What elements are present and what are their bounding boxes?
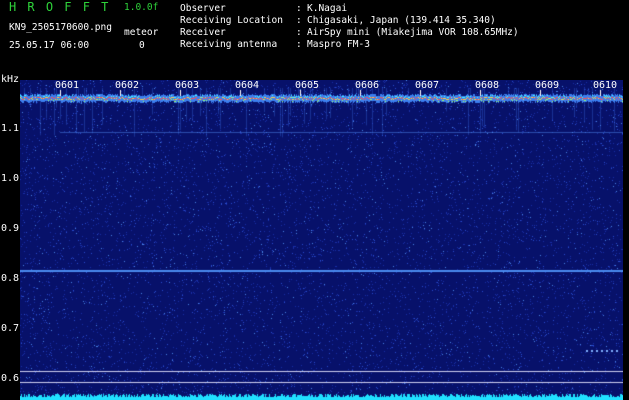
time-tick-label: 0603 bbox=[175, 80, 200, 91]
meteor-count-label: meteor bbox=[124, 27, 159, 38]
time-tick-label: 0607 bbox=[415, 80, 440, 91]
info-separator: : bbox=[296, 27, 302, 38]
y-tick-label: 1.1 bbox=[0, 123, 19, 134]
info-separator: : bbox=[296, 3, 302, 14]
info-separator: : bbox=[296, 39, 302, 50]
frequency-unit-label: kHz bbox=[1, 74, 20, 85]
header-panel: HROFFT 1.0.0f KN9_2505170600.png meteor … bbox=[0, 0, 629, 72]
info-value-observer: K.Nagai bbox=[307, 3, 348, 14]
y-tick-label: 0.6 bbox=[0, 373, 19, 384]
info-separator: : bbox=[296, 15, 302, 26]
info-value-antenna: Maspro FM-3 bbox=[307, 39, 370, 50]
y-tick-label: 0.7 bbox=[0, 323, 19, 334]
app-title: HROFFT bbox=[9, 0, 120, 14]
time-tick-label: 0610 bbox=[593, 80, 618, 91]
spectrogram-waterfall bbox=[20, 80, 623, 400]
y-tick-label: 0.9 bbox=[0, 223, 19, 234]
info-key-observer: Observer bbox=[180, 3, 226, 14]
version-label: 1.0.0f bbox=[124, 2, 159, 13]
time-tick-label: 0602 bbox=[115, 80, 140, 91]
y-tick-label: 1.0 bbox=[0, 173, 19, 184]
info-value-location: Chigasaki, Japan (139.414 35.340) bbox=[307, 15, 496, 26]
info-key-antenna: Receiving antenna bbox=[180, 39, 278, 50]
info-key-receiver: Receiver bbox=[180, 27, 226, 38]
time-tick-label: 0605 bbox=[295, 80, 320, 91]
waterfall-canvas bbox=[20, 80, 623, 400]
time-tick-label: 0606 bbox=[355, 80, 380, 91]
y-tick-label: 0.8 bbox=[0, 273, 19, 284]
filename-label: KN9_2505170600.png bbox=[9, 22, 112, 33]
time-tick-label: 0604 bbox=[235, 80, 260, 91]
meteor-count-value: 0 bbox=[139, 40, 145, 51]
time-tick-label: 0601 bbox=[55, 80, 80, 91]
info-value-receiver: AirSpy mini (Miakejima VOR 108.65MHz) bbox=[307, 27, 519, 38]
datetime-label: 25.05.17 06:00 bbox=[9, 40, 90, 51]
time-tick-label: 0608 bbox=[475, 80, 500, 91]
time-tick-label: 0609 bbox=[535, 80, 560, 91]
info-key-location: Receiving Location bbox=[180, 15, 283, 26]
